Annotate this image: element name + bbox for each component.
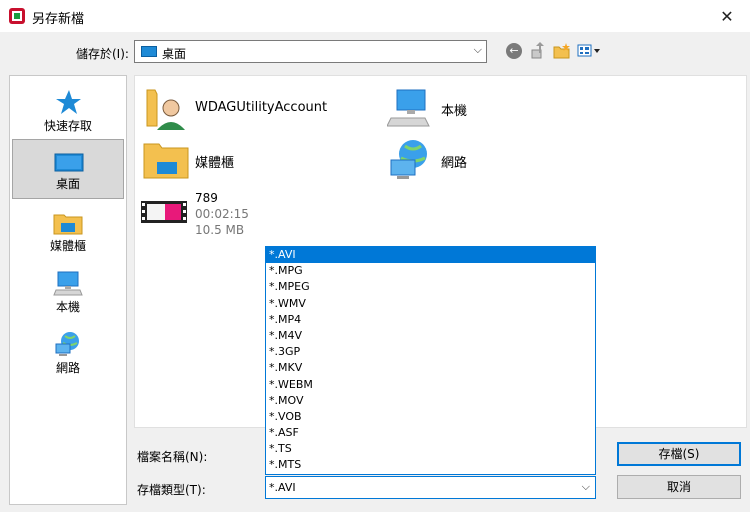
file-type-option[interactable]: *.WEBM xyxy=(266,377,595,393)
file-type-option[interactable]: *.MTS xyxy=(266,457,595,473)
chevron-down-icon: ⌵ xyxy=(473,43,482,56)
file-type-option[interactable]: *.MKV xyxy=(266,360,595,376)
filename-label: 檔案名稱(N): xyxy=(137,450,208,464)
place-label: 快速存取 xyxy=(43,119,92,133)
file-item-user[interactable]: WDAGUtilityAccount xyxy=(143,84,363,134)
file-type-option[interactable]: *.AVI xyxy=(266,247,595,264)
up-folder-icon xyxy=(531,42,544,59)
file-type-option[interactable]: *.M4V xyxy=(266,328,595,344)
star-icon xyxy=(56,90,81,114)
save-in-label: 儲存於(I): xyxy=(76,47,129,61)
file-type-option[interactable]: *.MOV xyxy=(266,393,595,409)
file-type-option[interactable]: *.ASF xyxy=(266,425,595,441)
file-item-network[interactable]: 網路 xyxy=(387,138,587,184)
place-label: 本機 xyxy=(55,300,80,314)
close-button[interactable]: ✕ xyxy=(704,0,750,32)
file-duration: 00:02:15 xyxy=(195,207,249,221)
library-folder-icon xyxy=(143,143,189,179)
view-menu-icon xyxy=(577,44,600,57)
network-icon xyxy=(390,140,427,179)
file-size: 10.5 MB xyxy=(195,223,245,237)
file-name: 網路 xyxy=(441,156,468,171)
file-type-label: 存檔類型(T): xyxy=(137,483,206,497)
view-menu-button[interactable] xyxy=(576,41,602,61)
place-libraries[interactable]: 媒體櫃 xyxy=(12,200,124,260)
desktop-icon xyxy=(54,153,84,172)
file-type-select[interactable]: *.AVI ⌵ xyxy=(265,476,596,499)
new-folder-icon xyxy=(553,43,570,59)
back-button[interactable]: ← xyxy=(504,41,524,61)
save-button[interactable]: 存檔(S) xyxy=(617,442,741,466)
save-in-dropdown[interactable]: 桌面 ⌵ xyxy=(134,40,487,63)
file-type-option[interactable]: *.MP4 xyxy=(266,312,595,328)
user-folder-icon xyxy=(146,89,185,130)
computer-icon xyxy=(387,89,430,127)
file-item-video[interactable]: 789 00:02:15 10.5 MB xyxy=(141,188,341,238)
file-item-this-pc[interactable]: 本機 xyxy=(387,84,587,134)
place-label: 網路 xyxy=(55,361,80,375)
up-folder-button[interactable] xyxy=(528,41,548,61)
file-type-value: *.AVI xyxy=(269,481,296,494)
title-bar: 另存新檔 ✕ xyxy=(0,0,750,32)
new-folder-button[interactable] xyxy=(552,41,572,61)
window-title: 另存新檔 xyxy=(32,12,85,27)
file-item-libraries[interactable]: 媒體櫃 xyxy=(143,140,343,182)
back-arrow-icon: ← xyxy=(506,43,522,59)
place-quick-access[interactable]: 快速存取 xyxy=(12,80,124,140)
chevron-down-icon: ⌵ xyxy=(581,480,590,493)
cancel-button[interactable]: 取消 xyxy=(617,475,741,499)
place-label: 桌面 xyxy=(55,177,80,191)
app-icon xyxy=(9,8,25,24)
file-type-option[interactable]: *.MPG xyxy=(266,263,595,279)
places-bar: 快速存取 桌面 媒體櫃 本機 網路 xyxy=(9,75,127,505)
save-in-value: 桌面 xyxy=(162,47,187,61)
file-name: WDAGUtilityAccount xyxy=(195,100,328,115)
library-icon xyxy=(53,214,83,235)
file-type-option[interactable]: *.3GP xyxy=(266,344,595,360)
place-desktop[interactable]: 桌面 xyxy=(12,139,124,199)
place-this-pc[interactable]: 本機 xyxy=(12,261,124,321)
computer-icon xyxy=(53,271,83,296)
file-type-dropdown-list: *.AVI *.MPG *.MPEG *.WMV *.MP4 *.M4V *.3GP *.MK… xyxy=(265,246,596,475)
file-type-option[interactable]: *.VOB xyxy=(266,409,595,425)
file-type-option[interactable]: *.TS xyxy=(266,441,595,457)
place-label: 媒體櫃 xyxy=(49,239,86,253)
file-type-option[interactable]: *.WMV xyxy=(266,296,595,312)
file-name: 789 xyxy=(195,191,218,205)
network-icon xyxy=(55,332,79,356)
file-type-option[interactable]: *.MPEG xyxy=(266,279,595,295)
place-network[interactable]: 網路 xyxy=(12,322,124,382)
file-name: 媒體櫃 xyxy=(195,156,235,171)
desktop-icon xyxy=(141,46,157,57)
file-name: 本機 xyxy=(441,104,468,119)
video-thumbnail-icon xyxy=(141,201,187,223)
